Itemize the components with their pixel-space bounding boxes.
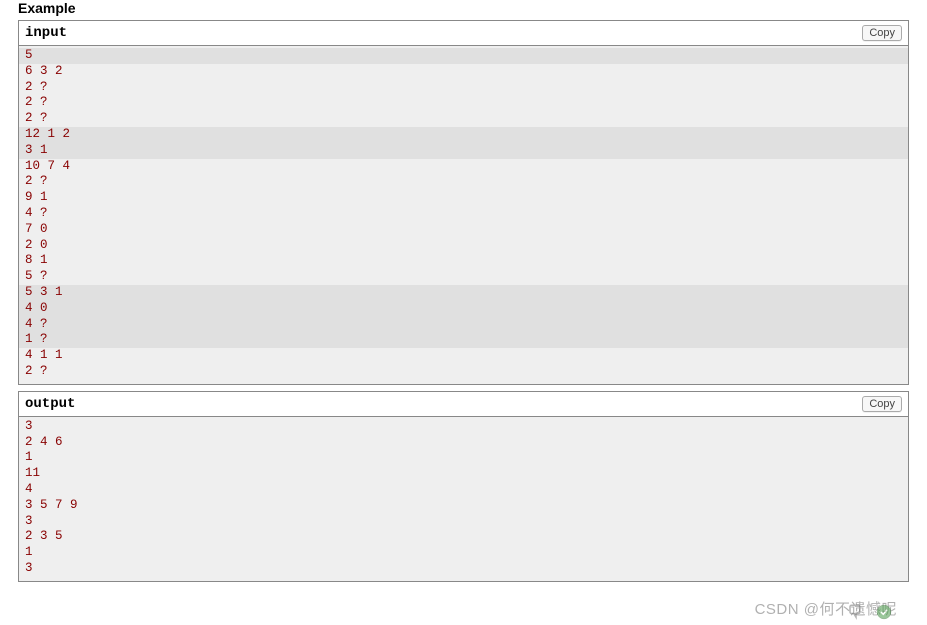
watermark-icons xyxy=(847,603,893,621)
copy-button[interactable]: Copy xyxy=(862,25,902,41)
code-line: 5 3 1 xyxy=(19,285,908,301)
code-line: 12 1 2 xyxy=(19,127,908,143)
code-line: 2 ? xyxy=(25,111,48,125)
input-header: input Copy xyxy=(19,21,908,46)
input-block: input Copy 56 3 2 2 ? 2 ? 2 ? 12 1 23 11… xyxy=(18,20,909,385)
code-line: 4 xyxy=(25,482,33,496)
code-line: 3 1 xyxy=(19,143,908,159)
output-title: output xyxy=(25,396,75,412)
code-line: 7 0 xyxy=(25,222,48,236)
code-line: 3 xyxy=(25,419,33,433)
code-line: 5 ? xyxy=(25,269,48,283)
code-line: 2 ? xyxy=(25,364,48,378)
code-line: 4 1 1 xyxy=(25,348,63,362)
code-line: 2 ? xyxy=(25,80,48,94)
code-line: 2 3 5 xyxy=(25,529,63,543)
code-line: 8 1 xyxy=(25,253,48,267)
copy-button[interactable]: Copy xyxy=(862,396,902,412)
input-code: 56 3 2 2 ? 2 ? 2 ? 12 1 23 110 7 4 2 ? 9… xyxy=(19,46,908,384)
code-line: 3 xyxy=(25,514,33,528)
code-line: 5 xyxy=(19,48,908,64)
code-line: 10 7 4 xyxy=(25,159,70,173)
like-icon xyxy=(875,603,893,621)
code-line: 11 xyxy=(25,466,40,480)
output-code: 3 2 4 6 1 11 4 3 5 7 9 3 2 3 5 1 3 xyxy=(19,417,908,581)
output-block: output Copy 3 2 4 6 1 11 4 3 5 7 9 3 2 3… xyxy=(18,391,909,582)
code-line: 1 ? xyxy=(19,332,908,348)
output-header: output Copy xyxy=(19,392,908,417)
dislike-icon xyxy=(847,603,865,621)
code-line: 3 xyxy=(25,561,33,575)
input-title: input xyxy=(25,25,67,41)
code-line: 2 0 xyxy=(25,238,48,252)
code-line: 2 4 6 xyxy=(25,435,63,449)
watermark-text: CSDN @何不遗憾呢 xyxy=(755,598,897,619)
code-line: 2 ? xyxy=(25,95,48,109)
section-heading: Example xyxy=(18,0,909,16)
code-line: 4 ? xyxy=(25,206,48,220)
code-line: 1 xyxy=(25,545,33,559)
code-line: 4 ? xyxy=(19,317,908,333)
code-line: 4 0 xyxy=(19,301,908,317)
code-line: 6 3 2 xyxy=(25,64,63,78)
code-line: 1 xyxy=(25,450,33,464)
code-line: 3 5 7 9 xyxy=(25,498,78,512)
code-line: 9 1 xyxy=(25,190,48,204)
code-line: 2 ? xyxy=(25,174,48,188)
